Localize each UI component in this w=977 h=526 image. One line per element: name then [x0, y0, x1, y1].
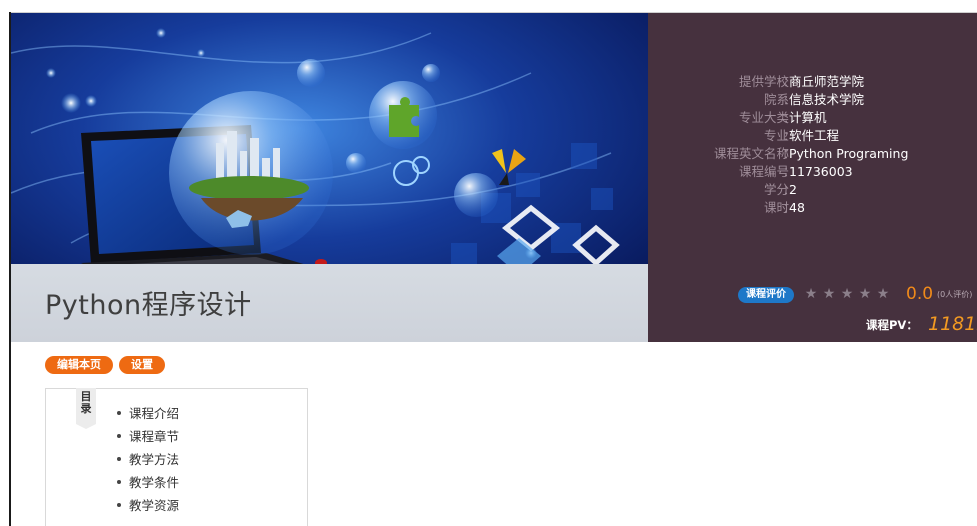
toc-item-label: 教学条件: [129, 475, 180, 490]
info-value: 软件工程: [789, 128, 840, 143]
info-value: 商丘师范学院: [789, 74, 865, 89]
toc-item-chapters[interactable]: 课程章节: [117, 428, 179, 446]
rating-star-icon[interactable]: ★: [857, 286, 873, 302]
toc-item-teaching-conditions[interactable]: 教学条件: [117, 474, 179, 492]
toc-item-course-intro[interactable]: 课程介绍: [117, 405, 179, 423]
course-title: Python程序设计: [45, 290, 252, 321]
info-value: Python Programing: [789, 146, 909, 161]
toc-item-label: 教学方法: [129, 452, 180, 467]
toc-item-label: 教学资源: [129, 498, 180, 513]
bullet-icon: [117, 502, 121, 507]
info-value: 11736003: [789, 164, 853, 179]
info-value: 48: [789, 200, 805, 215]
rating-count: (0人评价): [937, 290, 973, 299]
info-value: 2: [789, 182, 797, 197]
toc-item-label: 课程章节: [129, 429, 180, 444]
rating-score: 0.0: [906, 284, 934, 304]
page-views-label: 课程PV：: [866, 318, 918, 332]
rating-star-icon[interactable]: ★: [875, 286, 891, 302]
info-label: 课程编号: [738, 164, 789, 179]
page-views-value: 11815: [928, 313, 977, 335]
toc-tab-tip: [76, 424, 96, 429]
toc-tab-label: 目录: [80, 390, 92, 415]
bullet-icon: [117, 410, 121, 415]
toc-item-teaching-resources[interactable]: 教学资源: [117, 497, 179, 515]
rating-star-icon[interactable]: ★: [821, 286, 837, 302]
info-row-english-name: 课程英文名称 ： Python Programing: [648, 145, 977, 163]
rating-star-icon[interactable]: ★: [839, 286, 855, 302]
toc-item-teaching-methods[interactable]: 教学方法: [117, 451, 179, 469]
bullet-icon: [117, 456, 121, 461]
info-value: 信息技术学院: [789, 92, 865, 107]
info-row-hours: 课时 ： 48: [648, 199, 977, 217]
settings-button[interactable]: 设置: [119, 356, 165, 374]
bullet-icon: [117, 433, 121, 438]
info-row-major: 专业 ： 软件工程: [648, 127, 977, 145]
info-row-course-code: 课程编号 ： 11736003: [648, 163, 977, 181]
info-row-department: 院系 ： 信息技术学院: [648, 91, 977, 109]
toc-item-label: 课程介绍: [129, 406, 180, 421]
info-label: 专业大类: [738, 110, 789, 125]
info-label: 提供学校: [738, 74, 789, 89]
info-label: 课程英文名称: [713, 146, 789, 161]
edit-page-button[interactable]: 编辑本页: [45, 356, 113, 374]
info-row-school: 提供学校 ： 商丘师范学院: [648, 73, 977, 91]
course-rating-badge[interactable]: 课程评价: [738, 287, 794, 303]
bullet-icon: [117, 479, 121, 484]
info-row-credits: 学分 ： 2: [648, 181, 977, 199]
rating-star-icon[interactable]: ★: [803, 286, 819, 302]
info-value: 计算机: [789, 110, 827, 125]
info-row-major-category: 专业大类 ： 计算机: [648, 109, 977, 127]
